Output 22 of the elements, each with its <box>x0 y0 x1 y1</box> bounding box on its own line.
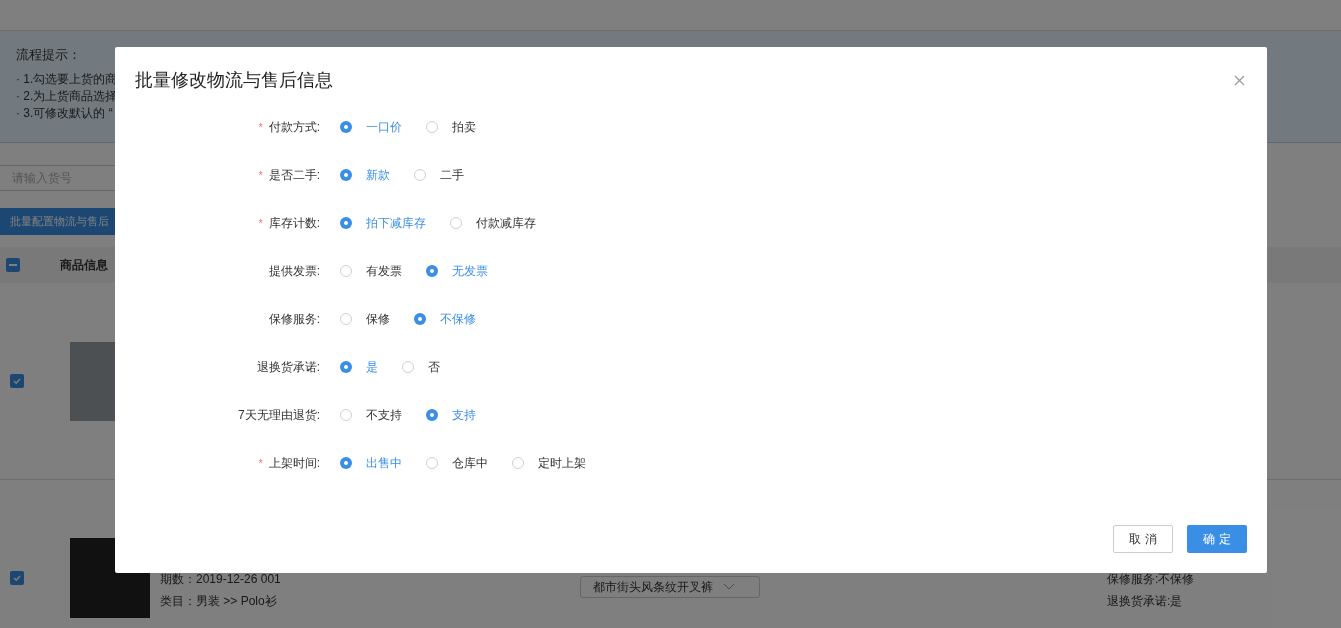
field-label: 提供发票: <box>268 263 320 280</box>
field-label: 付款方式: <box>268 119 320 136</box>
field-label: 上架时间: <box>268 455 320 472</box>
field-label: 退换货承诺: <box>256 359 320 376</box>
required-mark: * <box>258 120 263 135</box>
required-mark: * <box>258 216 263 231</box>
column-header: 商品信息 <box>60 257 108 274</box>
tip-text: · 3.可修改默认的 “ <box>16 104 113 122</box>
field-label: 是否二手: <box>268 167 320 184</box>
field-label: 保修服务: <box>268 311 320 328</box>
detail-text: 保修服务:不保修 <box>1107 571 1195 588</box>
required-mark: * <box>258 168 263 183</box>
tip-text: · 2.为上货商品选择 <box>16 87 118 105</box>
period-text: 期数：2019-12-26 001 <box>160 571 282 588</box>
field-label: 7天无理由退货: <box>238 407 320 424</box>
tips-title: 流程提示： <box>16 46 81 64</box>
required-mark: * <box>258 456 263 471</box>
dialog-title: 批量修改物流与售后信息 <box>135 68 333 92</box>
tip-text: · 1.勾选要上货的商 <box>16 70 118 88</box>
detail-text: 退换货承诺:是 <box>1107 593 1184 610</box>
field-label: 库存计数: <box>268 215 320 232</box>
category-text: 类目：男装 >> Polo衫 <box>160 593 278 610</box>
